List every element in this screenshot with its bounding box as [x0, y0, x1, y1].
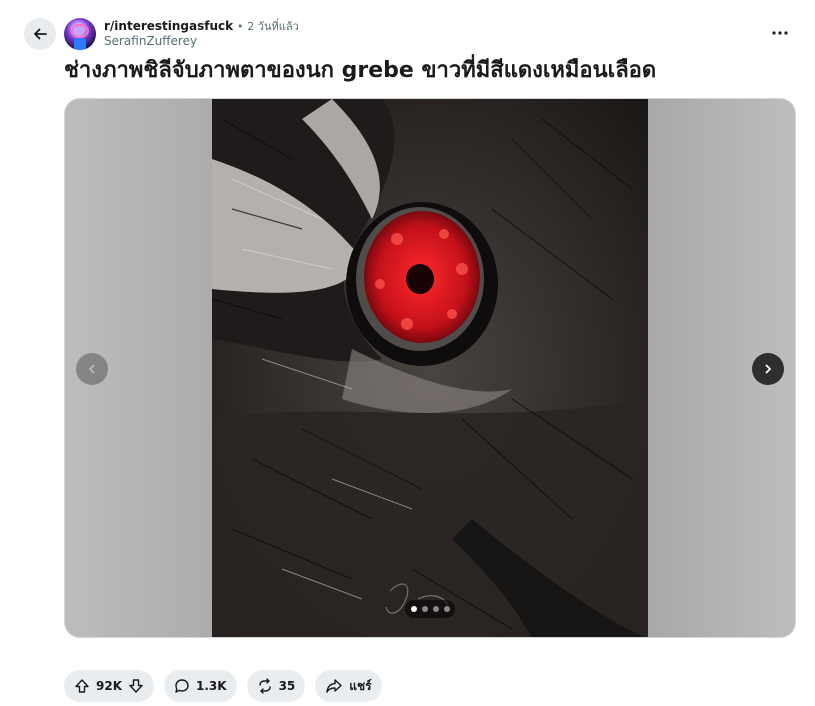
share-label: แชร์	[349, 678, 372, 693]
gallery-image[interactable]	[212, 99, 648, 638]
vote-count: 92K	[96, 679, 122, 693]
subreddit-avatar[interactable]	[64, 18, 96, 50]
more-horizontal-icon	[772, 31, 788, 35]
post-meta: r/interestingasfuck • 2 วันที่แล้ว Seraf…	[104, 19, 299, 49]
chevron-right-icon	[765, 364, 772, 374]
share-button[interactable]: แชร์	[315, 670, 382, 702]
crosspost-button[interactable]: 35	[246, 670, 306, 702]
more-options-button[interactable]	[768, 24, 792, 42]
chevron-left-icon	[88, 364, 95, 374]
arrow-left-icon	[34, 28, 47, 40]
back-button[interactable]	[24, 18, 56, 50]
gallery-dot[interactable]	[421, 606, 428, 612]
gallery-pagination	[405, 600, 455, 618]
arrow-up-icon[interactable]	[74, 678, 90, 694]
gallery-dot[interactable]	[443, 606, 450, 612]
gallery-next-button[interactable]	[752, 353, 784, 385]
speech-bubble-icon	[175, 679, 189, 693]
subreddit-link[interactable]: r/interestingasfuck	[104, 19, 233, 33]
gallery-dot[interactable]	[410, 606, 417, 612]
share-arrow-icon	[326, 679, 342, 693]
comment-count: 1.3K	[196, 679, 227, 693]
gallery-dot[interactable]	[432, 606, 439, 612]
author-link[interactable]: SerafinZufferey	[104, 34, 299, 49]
post-title[interactable]: ช่างภาพชิลีจับภาพตาของนก grebe ขาวที่มีส…	[64, 56, 656, 86]
image-gallery[interactable]	[64, 98, 796, 638]
post-actions: 92K 1.3K 35 แชร์	[64, 670, 382, 702]
meta-separator: •	[236, 20, 244, 33]
arrow-down-icon[interactable]	[128, 678, 144, 694]
repost-icon	[258, 678, 271, 694]
comments-button[interactable]: 1.3K	[164, 670, 237, 702]
post-time: 2 วันที่แล้ว	[247, 20, 299, 33]
vote-bar: 92K	[64, 670, 154, 702]
gallery-prev-button[interactable]	[76, 353, 108, 385]
crosspost-count: 35	[278, 679, 296, 693]
